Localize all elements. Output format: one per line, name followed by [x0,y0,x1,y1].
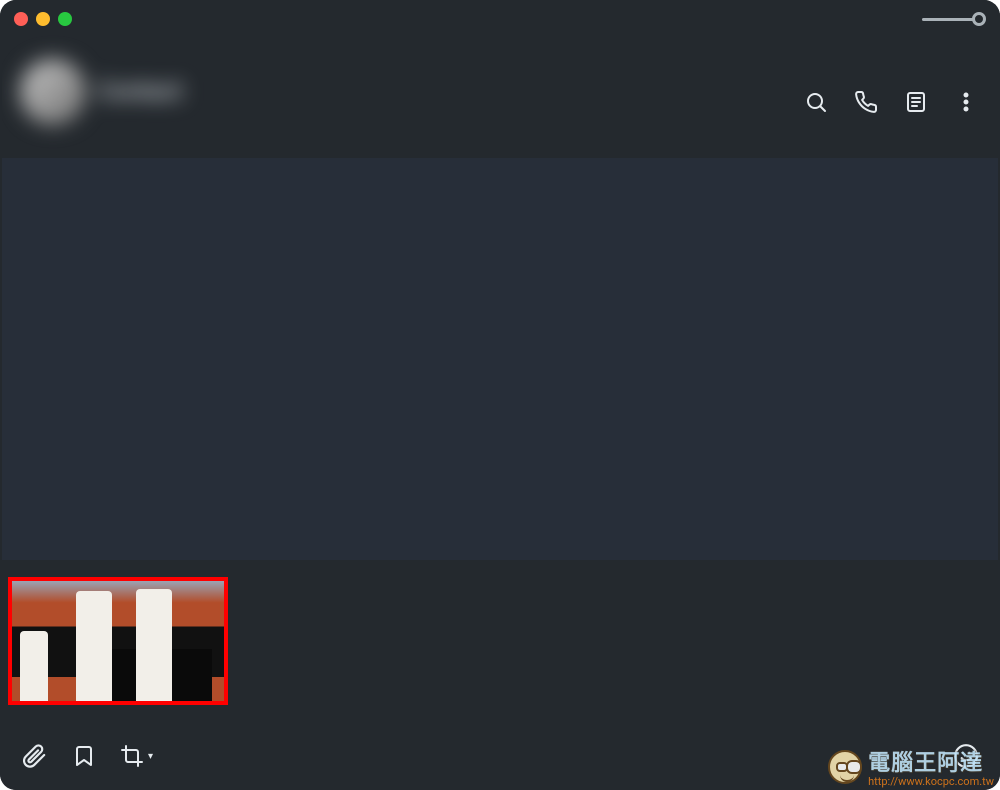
contact-block[interactable]: Contact [20,59,182,125]
window-maximize-button[interactable] [58,12,72,26]
chevron-down-icon: ▾ [148,751,153,762]
chat-header: Contact [0,38,1000,156]
crop-button[interactable]: ▾ [120,744,153,768]
emoji-button[interactable] [952,742,980,770]
emoji-icon [953,743,979,769]
contact-name: Contact [98,77,182,105]
window-minimize-button[interactable] [36,12,50,26]
avatar[interactable] [20,59,86,125]
bookmark-button[interactable] [70,742,98,770]
more-button[interactable] [952,88,980,116]
phone-icon [854,90,878,114]
composer-bar: ▾ [0,722,1000,790]
chat-body[interactable] [0,158,1000,560]
bookmark-icon [72,744,96,768]
zoom-knob[interactable] [972,12,986,26]
more-icon [954,90,978,114]
call-button[interactable] [852,88,880,116]
attachment-thumbnail[interactable] [8,577,228,705]
attachment-strip [0,560,1000,722]
attach-button[interactable] [20,742,48,770]
window-controls [14,12,72,26]
window-close-button[interactable] [14,12,28,26]
zoom-slider[interactable] [922,12,986,26]
titlebar [0,0,1000,38]
details-icon [904,90,928,114]
contact-text: Contact [98,77,182,107]
header-actions [802,88,980,116]
search-icon [804,90,828,114]
zoom-track [922,18,974,21]
app-window: Contact [0,0,1000,790]
paperclip-icon [21,743,47,769]
crop-icon [120,744,144,768]
search-button[interactable] [802,88,830,116]
details-button[interactable] [902,88,930,116]
